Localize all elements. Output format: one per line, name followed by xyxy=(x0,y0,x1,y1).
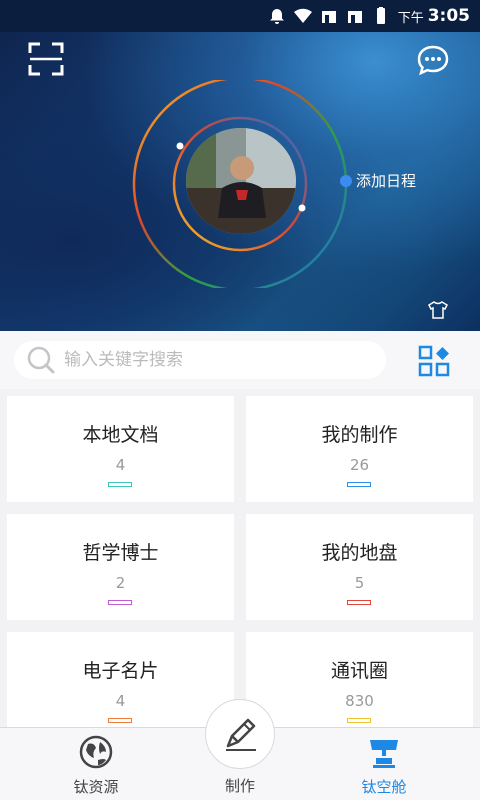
status-bar: 下午 3:05 xyxy=(0,0,480,32)
tile-color-bar xyxy=(108,482,132,487)
alarm-bell-icon xyxy=(269,9,284,24)
add-schedule-label: 添加日程 xyxy=(356,172,417,190)
nav-titanium-capsule[interactable]: 钛空舱 xyxy=(304,728,464,800)
tile-local-docs[interactable]: 本地文档 4 xyxy=(7,396,234,502)
scan-icon[interactable] xyxy=(28,42,64,76)
tile-color-bar xyxy=(347,718,371,723)
nav-label-create: 制作 xyxy=(224,777,255,795)
pen-icon xyxy=(226,718,256,751)
feature-tiles: 本地文档 4 我的制作 26 哲学博士 2 我的地盘 5 电子名片 4 通讯圈 … xyxy=(0,393,480,727)
battery-icon xyxy=(376,7,385,24)
tile-count: 4 xyxy=(115,692,126,710)
tile-name: 电子名片 xyxy=(82,660,159,682)
tile-color-bar xyxy=(347,600,371,605)
tile-color-bar xyxy=(108,600,132,605)
grid-layout-icon[interactable] xyxy=(418,345,450,377)
tile-name: 我的制作 xyxy=(321,424,398,446)
tile-name: 通讯圈 xyxy=(330,660,388,682)
nav-label-capsule: 钛空舱 xyxy=(361,778,407,796)
avatar-photo xyxy=(186,128,296,234)
nav-label-resources: 钛资源 xyxy=(73,778,119,796)
tile-count: 5 xyxy=(354,574,365,592)
tile-count: 4 xyxy=(115,456,126,474)
search-input[interactable] xyxy=(64,350,364,370)
tile-contacts-circle[interactable]: 通讯圈 830 xyxy=(246,632,473,727)
tile-count: 2 xyxy=(115,574,126,592)
capsule-icon xyxy=(370,740,398,768)
add-schedule-link[interactable]: 添加日程 xyxy=(340,170,416,191)
wifi-icon xyxy=(293,8,312,23)
search-bar[interactable] xyxy=(14,341,386,379)
signal-icon xyxy=(321,11,336,23)
profile-hero: 添加日程 xyxy=(0,32,480,331)
tile-phd[interactable]: 哲学博士 2 xyxy=(7,514,234,620)
status-time: 3:05 xyxy=(427,6,470,26)
tile-name: 我的地盘 xyxy=(321,542,398,564)
search-row xyxy=(0,331,480,389)
create-button[interactable] xyxy=(205,699,275,769)
tile-color-bar xyxy=(347,482,371,487)
tile-my-territory[interactable]: 我的地盘 5 xyxy=(246,514,473,620)
tile-name: 哲学博士 xyxy=(82,542,159,564)
status-ampm: 下午 xyxy=(397,10,424,26)
tile-my-creations[interactable]: 我的制作 26 xyxy=(246,396,473,502)
schedule-dot-icon xyxy=(340,174,352,187)
globe-icon xyxy=(79,735,113,769)
signal-icon-2 xyxy=(347,11,362,23)
avatar[interactable] xyxy=(186,128,296,234)
chat-bubble-icon[interactable] xyxy=(416,44,450,76)
tile-name: 本地文档 xyxy=(82,424,159,446)
tile-business-card[interactable]: 电子名片 4 xyxy=(7,632,234,727)
nav-titanium-resources[interactable]: 钛资源 xyxy=(16,728,176,800)
tshirt-icon[interactable] xyxy=(428,301,448,319)
tile-count: 830 xyxy=(345,692,374,710)
tile-color-bar xyxy=(108,718,132,723)
search-icon xyxy=(27,346,55,374)
tile-count: 26 xyxy=(349,456,370,474)
